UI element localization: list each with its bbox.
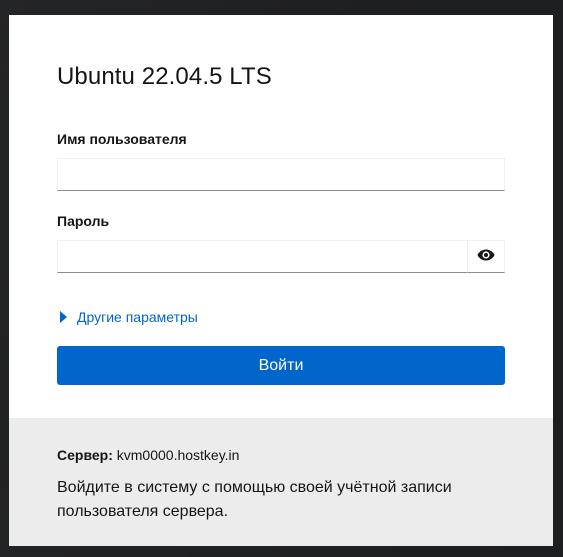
login-form: Ubuntu 22.04.5 LTS Имя пользователя Паро… [9, 15, 553, 418]
other-options-label: Другие параметры [77, 309, 198, 325]
password-input[interactable] [57, 240, 468, 273]
caret-right-icon [60, 311, 67, 323]
login-footer: Сервер: kvm0000.hostkey.in Войдите в сис… [9, 418, 553, 546]
other-options-toggle[interactable]: Другие параметры [60, 309, 198, 325]
password-label: Пароль [57, 213, 110, 229]
eye-icon [477, 248, 495, 266]
show-password-button[interactable] [467, 240, 505, 273]
username-input[interactable] [57, 158, 505, 191]
server-info: Сервер: kvm0000.hostkey.in [57, 447, 239, 463]
login-card: Ubuntu 22.04.5 LTS Имя пользователя Паро… [9, 15, 553, 546]
page-title: Ubuntu 22.04.5 LTS [57, 63, 272, 90]
login-hint: Войдите в систему с помощью своей учётно… [57, 479, 452, 520]
server-value: kvm0000.hostkey.in [116, 447, 240, 463]
username-label: Имя пользователя [57, 131, 187, 147]
server-key: Сервер: [57, 447, 113, 463]
login-button[interactable]: Войти [57, 346, 505, 385]
